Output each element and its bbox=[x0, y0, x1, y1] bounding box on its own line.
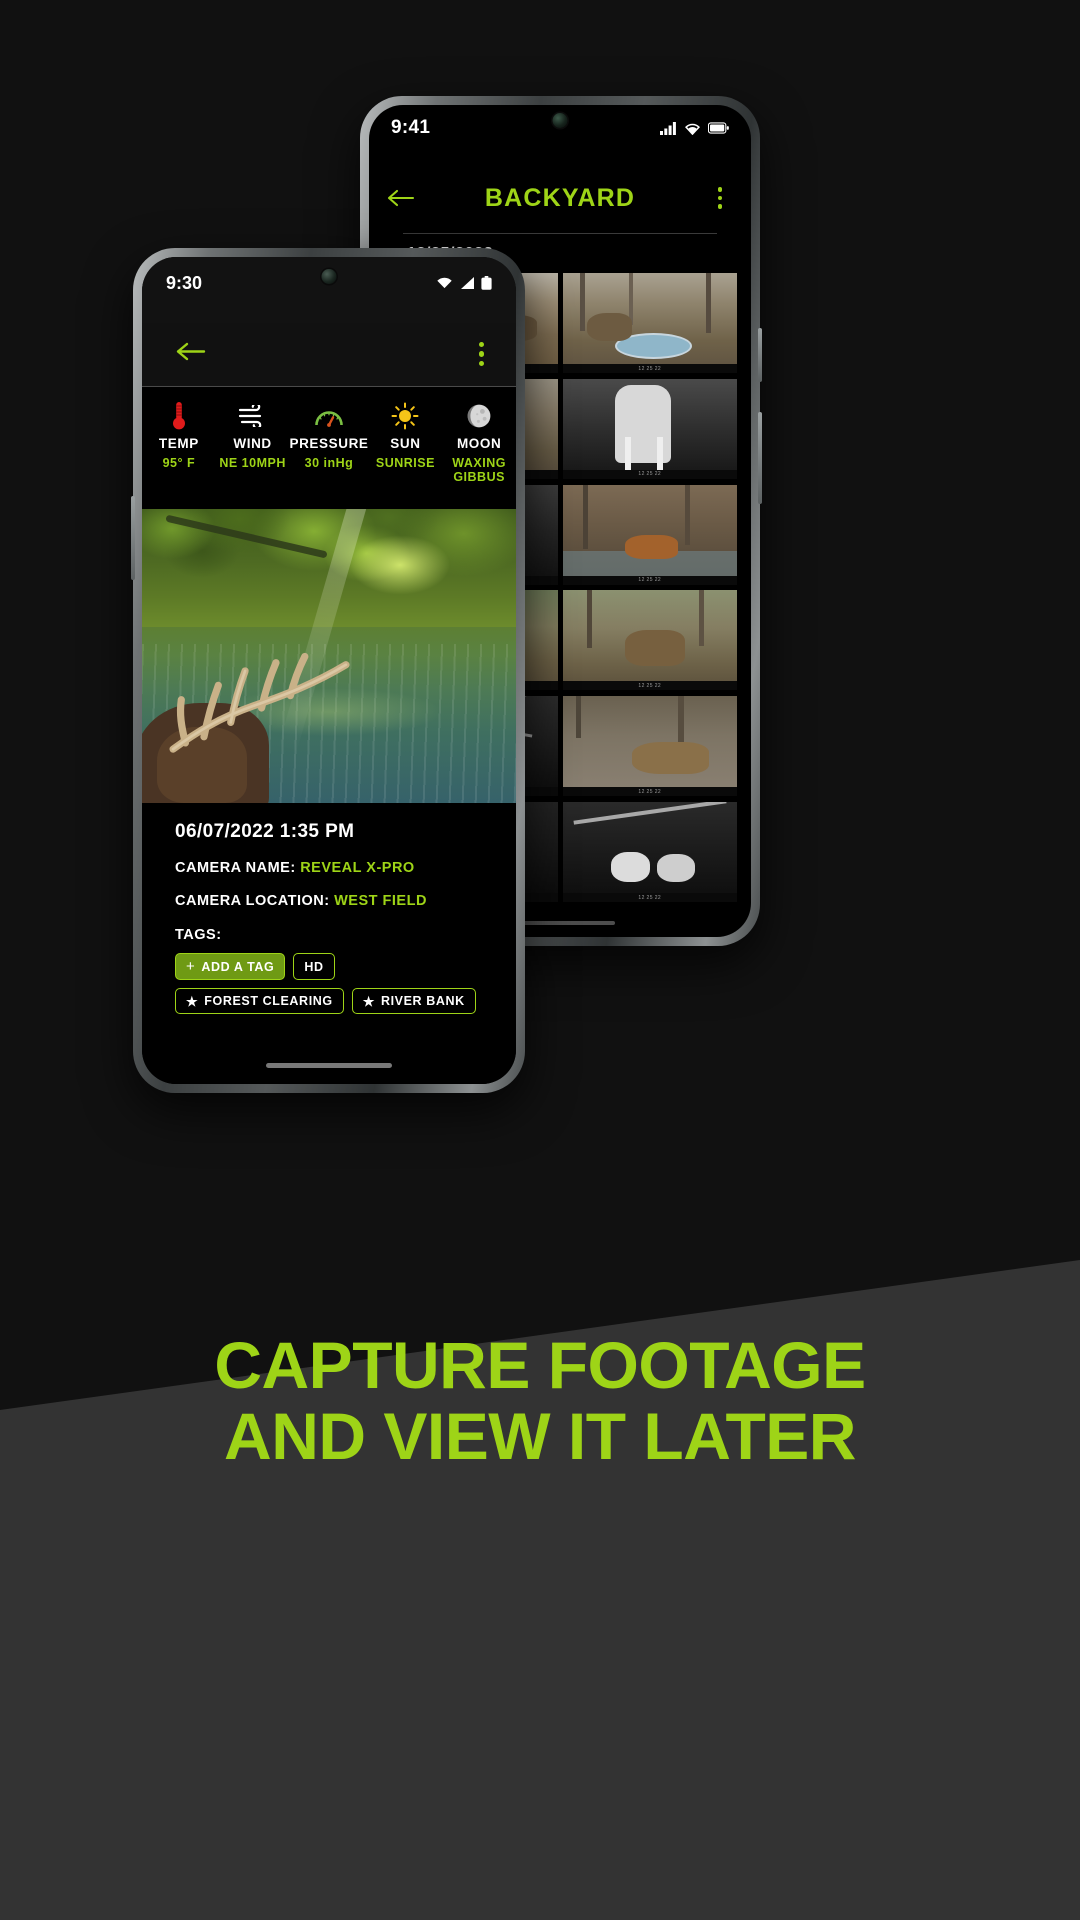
thermometer-icon bbox=[171, 401, 187, 431]
cellular-signal-icon bbox=[461, 277, 474, 289]
wind-icon bbox=[238, 401, 268, 431]
back-app-bar: BACKYARD bbox=[369, 167, 751, 229]
weather-strip: TEMP 95° F WIND NE 10MPH PRESSURE 30 inH… bbox=[142, 387, 516, 509]
status-icons bbox=[660, 121, 729, 135]
back-phone-volume-button[interactable] bbox=[758, 412, 762, 504]
thumbnail-info-strip: 12 25 22 bbox=[562, 787, 737, 797]
pressure-gauge-icon bbox=[314, 401, 344, 431]
camera-name-row: CAMERA NAME: REVEAL X-PRO bbox=[175, 860, 483, 876]
chip-label: ADD A TAG bbox=[201, 959, 275, 974]
tag-chip-forest-clearing[interactable]: ★ FOREST CLEARING bbox=[175, 988, 344, 1014]
front-phone-volume-button[interactable] bbox=[131, 496, 135, 580]
tags-label: TAGS: bbox=[175, 927, 222, 943]
camera-location-value: WEST FIELD bbox=[334, 893, 427, 909]
gallery-thumbnail[interactable]: 12 25 22 bbox=[562, 273, 737, 373]
thumbnail-info-strip: 12 25 22 bbox=[562, 575, 737, 585]
weather-label: TEMP bbox=[158, 436, 199, 451]
back-button[interactable] bbox=[174, 341, 206, 367]
marketing-headline: CAPTURE FOOTAGE AND VIEW IT LATER bbox=[0, 1328, 1080, 1474]
front-phone-home-indicator[interactable] bbox=[266, 1063, 392, 1068]
headline-line-1: CAPTURE FOOTAGE bbox=[214, 1328, 866, 1402]
sun-icon bbox=[391, 401, 419, 431]
front-camera-icon bbox=[321, 269, 337, 284]
weather-label: PRESSURE bbox=[289, 436, 369, 451]
photo-detail-panel: 06/07/2022 1:35 PM CAMERA NAME: REVEAL X… bbox=[142, 803, 516, 1084]
weather-value: 30 inHg bbox=[304, 456, 354, 470]
weather-cell-moon: MOON WAXING GIBBUS bbox=[442, 401, 516, 509]
add-a-tag-button[interactable]: + ADD A TAG bbox=[175, 953, 286, 980]
back-phone-power-button[interactable] bbox=[758, 328, 762, 382]
cellular-signal-icon bbox=[660, 121, 676, 135]
photo-viewer[interactable] bbox=[142, 509, 516, 803]
front-phone-screen: 9:30 TEMP 95° F WIND NE 10MPH PRESSURE 3… bbox=[142, 257, 516, 1084]
gallery-thumbnail[interactable]: 12 25 22 bbox=[562, 802, 737, 903]
overflow-menu-button[interactable] bbox=[478, 341, 484, 367]
camera-name-label: CAMERA NAME: bbox=[175, 860, 296, 876]
weather-cell-pressure: PRESSURE 30 inHg bbox=[289, 401, 368, 509]
star-icon: ★ bbox=[186, 993, 199, 1009]
wifi-icon bbox=[437, 277, 452, 289]
battery-icon bbox=[481, 276, 492, 290]
back-arrow-icon bbox=[176, 342, 206, 361]
chip-label: RIVER BANK bbox=[380, 994, 465, 1008]
status-clock: 9:41 bbox=[391, 117, 431, 138]
gallery-thumbnail[interactable]: 12 25 22 bbox=[562, 484, 737, 585]
back-arrow-icon bbox=[387, 189, 415, 207]
tag-chip-list: + ADD A TAG HD ★ FOREST CLEARING ★ RIVER… bbox=[175, 953, 483, 1014]
weather-cell-temp: TEMP 95° F bbox=[142, 401, 216, 509]
gallery-thumbnail[interactable]: 12 25 22 bbox=[562, 696, 737, 797]
gallery-thumbnail[interactable]: 12 25 22 bbox=[562, 590, 737, 691]
photo-timestamp: 06/07/2022 1:35 PM bbox=[175, 821, 355, 842]
weather-cell-wind: WIND NE 10MPH bbox=[216, 401, 290, 509]
weather-value: WAXING GIBBUS bbox=[452, 456, 506, 485]
page-title: BACKYARD bbox=[484, 183, 636, 212]
photo-scene bbox=[142, 509, 516, 803]
status-clock: 9:30 bbox=[166, 272, 203, 293]
kebab-menu-icon bbox=[717, 187, 723, 209]
tag-chip-hd[interactable]: HD bbox=[293, 953, 335, 980]
overflow-menu-button[interactable] bbox=[689, 187, 751, 209]
headline-line-2: AND VIEW IT LATER bbox=[224, 1399, 856, 1474]
battery-icon bbox=[708, 122, 729, 134]
weather-label: SUN bbox=[390, 436, 421, 451]
weather-value: 95° F bbox=[162, 456, 196, 470]
weather-cell-sun: SUN SUNRISE bbox=[369, 401, 443, 509]
back-button[interactable] bbox=[369, 188, 431, 208]
chip-label: FOREST CLEARING bbox=[204, 994, 333, 1008]
thumbnail-info-strip: 12 25 22 bbox=[562, 893, 737, 903]
tag-chip-river-bank[interactable]: ★ RIVER BANK bbox=[351, 988, 476, 1014]
star-icon: ★ bbox=[362, 993, 375, 1009]
camera-location-row: CAMERA LOCATION: WEST FIELD bbox=[175, 893, 483, 909]
thumbnail-info-strip: 12 25 22 bbox=[562, 364, 737, 373]
weather-value: SUNRISE bbox=[375, 456, 435, 470]
camera-name-value: REVEAL X-PRO bbox=[300, 860, 415, 876]
weather-label: WIND bbox=[233, 436, 272, 451]
status-icons bbox=[436, 276, 492, 290]
promo-screen: 9:41 BACKYARD 12 25 22 12 25 22 12 25 22… bbox=[0, 0, 1080, 1920]
kebab-menu-icon bbox=[478, 341, 484, 367]
wifi-icon bbox=[685, 123, 700, 135]
plus-icon: + bbox=[186, 958, 196, 975]
gallery-thumbnail[interactable]: 12 25 22 bbox=[562, 378, 737, 479]
camera-location-label: CAMERA LOCATION: bbox=[175, 893, 330, 909]
chip-label: HD bbox=[304, 959, 324, 974]
thumbnail-info-strip: 12 25 22 bbox=[562, 469, 737, 479]
app-bar-divider bbox=[403, 233, 717, 234]
moon-icon bbox=[465, 401, 493, 431]
thumbnail-info-strip: 12 25 22 bbox=[562, 681, 737, 691]
weather-value: NE 10MPH bbox=[219, 456, 286, 470]
front-phone-device: 9:30 TEMP 95° F WIND NE 10MPH PRESSURE 3… bbox=[131, 248, 525, 1093]
back-status-bar: 9:41 bbox=[369, 105, 751, 151]
front-app-bar bbox=[142, 323, 516, 385]
weather-label: MOON bbox=[456, 436, 502, 451]
